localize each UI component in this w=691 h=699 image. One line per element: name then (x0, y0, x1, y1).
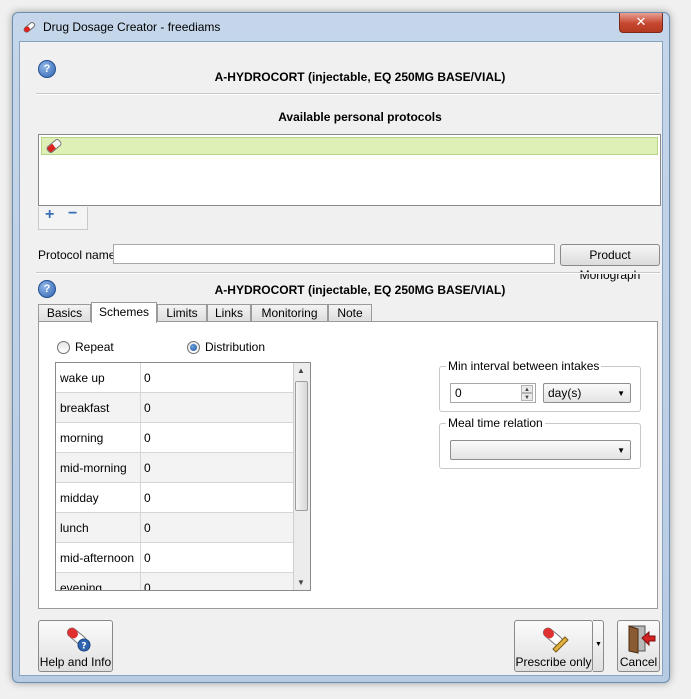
tab-monitoring[interactable]: Monitoring (251, 304, 328, 321)
cell-divider (140, 483, 141, 512)
dialog-window: Drug Dosage Creator - freediams ✕ ? A-HY… (12, 12, 670, 683)
separator (36, 93, 660, 95)
min-interval-title: Min interval between intakes (446, 359, 602, 373)
table-row[interactable]: wake up 0 (56, 363, 294, 393)
separator (36, 272, 660, 274)
table-row[interactable]: breakfast 0 (56, 393, 294, 423)
drug-section-title: A-HYDROCORT (injectable, EQ 250MG BASE/V… (214, 283, 506, 297)
cell-divider (140, 453, 141, 482)
row-value[interactable]: 0 (144, 491, 151, 505)
row-value[interactable]: 0 (144, 521, 151, 535)
row-name: lunch (60, 521, 89, 535)
spin-buttons: ▲ ▼ (521, 385, 533, 401)
row-value[interactable]: 0 (144, 431, 151, 445)
interval-unit-value: day(s) (548, 386, 582, 400)
window-title: Drug Dosage Creator - freediams (43, 20, 221, 34)
spin-up-icon[interactable]: ▲ (521, 385, 533, 393)
drug-title: A-HYDROCORT (injectable, EQ 250MG BASE/V… (214, 70, 506, 84)
cancel-label: Cancel (619, 655, 658, 669)
row-name: midday (60, 491, 99, 505)
pill-icon (45, 137, 63, 155)
row-value[interactable]: 0 (144, 461, 151, 475)
repeat-radio[interactable] (57, 341, 70, 354)
help-and-info-label: Help and Info (39, 655, 112, 669)
help-circle-icon[interactable]: ? (38, 60, 56, 78)
row-name: morning (60, 431, 104, 445)
protocol-toolbar: + − (38, 205, 88, 230)
help-and-info-button[interactable]: ? Help and Info (38, 620, 113, 672)
cell-divider (140, 513, 141, 542)
row-name: mid-afternoon (60, 551, 135, 565)
cell-divider (140, 543, 141, 572)
table-scrollbar[interactable]: ▲ ▼ (293, 363, 310, 590)
table-row[interactable]: morning 0 (56, 423, 294, 453)
prescribe-only-label: Prescribe only (515, 655, 592, 669)
cell-divider (140, 423, 141, 452)
cell-divider (140, 573, 141, 590)
row-value[interactable]: 0 (144, 551, 151, 565)
repeat-label: Repeat (75, 340, 114, 354)
spin-down-icon[interactable]: ▼ (521, 393, 533, 401)
min-interval-value: 0 (455, 386, 462, 400)
tab-basics[interactable]: Basics (38, 304, 91, 321)
close-window-button[interactable]: ✕ (619, 13, 663, 33)
table-row[interactable]: lunch 0 (56, 513, 294, 543)
min-interval-spinbox[interactable]: 0 ▲ ▼ (450, 383, 536, 403)
scroll-up-arrow-icon[interactable]: ▲ (297, 366, 305, 375)
min-interval-group: Min interval between intakes 0 ▲ ▼ day(s… (439, 359, 641, 412)
table-row[interactable]: mid-morning 0 (56, 453, 294, 483)
product-monograph-button[interactable]: Product Monograph (560, 244, 660, 282)
protocols-heading: Available personal protocols (278, 110, 442, 124)
row-name: mid-morning (60, 461, 127, 475)
tab-limits[interactable]: Limits (157, 304, 207, 321)
pill-pen-icon (542, 627, 569, 653)
row-value[interactable]: 0 (144, 581, 151, 590)
table-row[interactable]: evening 0 (56, 573, 294, 591)
schemes-tab-pane: Repeat Distribution wake up 0 breakfast … (38, 321, 658, 609)
distribution-label: Distribution (205, 340, 266, 354)
tab-note[interactable]: Note (328, 304, 372, 321)
table-row[interactable]: midday 0 (56, 483, 294, 513)
title-bar[interactable]: Drug Dosage Creator - freediams ✕ (13, 13, 669, 41)
help-circle-icon[interactable]: ? (38, 280, 56, 298)
distribution-table[interactable]: wake up 0 breakfast 0 morning 0 mid-morn… (55, 362, 311, 591)
app-pill-icon (23, 22, 36, 33)
add-protocol-button[interactable]: + (45, 206, 54, 224)
tab-links[interactable]: Links (207, 304, 251, 321)
protocol-list[interactable] (38, 134, 661, 206)
scrollbar-thumb[interactable] (295, 381, 308, 511)
svg-text:?: ? (81, 642, 86, 652)
meal-time-select[interactable]: ▼ (450, 440, 631, 460)
row-name: evening (60, 581, 103, 591)
cell-divider (140, 393, 141, 422)
cancel-button[interactable]: Cancel (617, 620, 660, 672)
pill-question-icon: ? (66, 627, 91, 652)
remove-protocol-button[interactable]: − (68, 205, 77, 223)
tab-schemes[interactable]: Schemes (91, 302, 157, 323)
chevron-down-icon: ▼ (617, 446, 625, 455)
dialog-client-area: ? A-HYDROCORT (injectable, EQ 250MG BASE… (19, 41, 663, 676)
table-row[interactable]: mid-afternoon 0 (56, 543, 294, 573)
exit-door-icon (628, 625, 656, 654)
cell-divider (140, 363, 141, 392)
prescribe-menu-button[interactable]: ▼ (593, 620, 604, 672)
interval-unit-select[interactable]: day(s) ▼ (543, 383, 631, 403)
row-name: wake up (60, 371, 105, 385)
distribution-radio[interactable] (187, 341, 200, 354)
row-value[interactable]: 0 (144, 371, 151, 385)
chevron-down-icon: ▼ (595, 641, 602, 648)
row-value[interactable]: 0 (144, 401, 151, 415)
protocol-name-input[interactable] (113, 244, 555, 264)
chevron-down-icon: ▼ (617, 389, 625, 398)
meal-time-group: Meal time relation ▼ (439, 416, 641, 469)
meal-time-title: Meal time relation (446, 416, 545, 430)
prescribe-only-button[interactable]: Prescribe only (514, 620, 593, 672)
row-name: breakfast (60, 401, 110, 415)
protocol-list-item[interactable] (41, 137, 658, 155)
scroll-down-arrow-icon[interactable]: ▼ (297, 578, 305, 587)
protocol-name-label: Protocol name (38, 248, 116, 262)
